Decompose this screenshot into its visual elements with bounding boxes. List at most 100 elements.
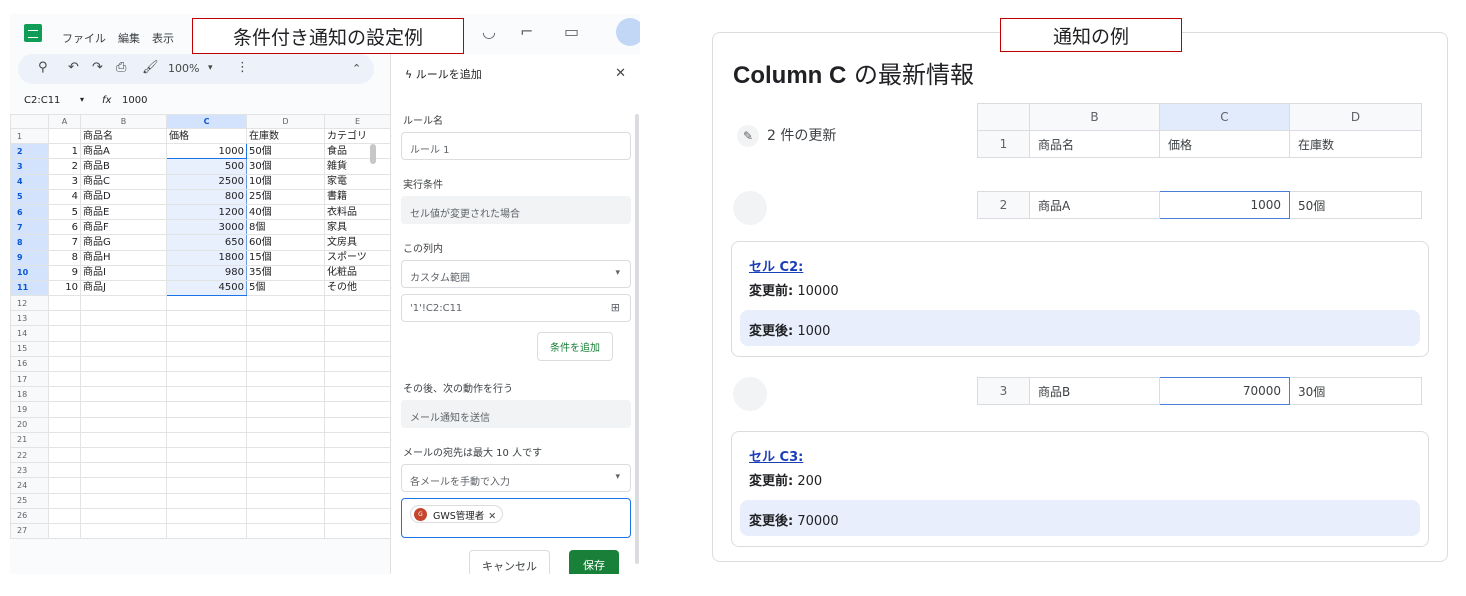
row-header[interactable]: 15 [10, 340, 49, 357]
cell-e[interactable]: 文房具 [324, 234, 391, 251]
name-box[interactable]: C2:C11 [24, 95, 60, 106]
empty-cell[interactable] [48, 507, 81, 524]
empty-cell[interactable] [166, 507, 247, 524]
cell-e[interactable]: その他 [324, 279, 391, 297]
cell-c[interactable]: 980 [166, 264, 247, 281]
row-header[interactable]: 13 [10, 310, 49, 327]
row-header[interactable]: 20 [10, 416, 49, 433]
row-header[interactable]: 16 [10, 355, 49, 373]
row-header[interactable]: 27 [10, 522, 49, 540]
cell-d[interactable]: 5個 [246, 279, 325, 297]
column-header-b[interactable]: B [80, 114, 167, 129]
empty-cell[interactable] [324, 462, 391, 479]
cell-d[interactable]: 8個 [246, 219, 325, 236]
cell-a[interactable]: 2 [48, 158, 81, 175]
empty-cell[interactable] [246, 355, 325, 373]
cell-a[interactable]: 7 [48, 234, 81, 251]
cell-c[interactable]: 500 [166, 158, 247, 175]
empty-cell[interactable] [48, 370, 81, 388]
row-header[interactable]: 9 [10, 249, 49, 266]
empty-cell[interactable] [80, 370, 167, 388]
range-input[interactable]: '1'!C2:C11 ⊞ [401, 294, 631, 322]
row-header[interactable]: 22 [10, 446, 49, 464]
empty-cell[interactable] [324, 446, 391, 464]
empty-cell[interactable] [324, 401, 391, 418]
empty-cell[interactable] [324, 507, 391, 524]
empty-cell[interactable] [246, 431, 325, 448]
cell-b[interactable]: 商品I [80, 264, 167, 281]
undo-icon[interactable]: ↶ [68, 60, 79, 75]
row-header[interactable]: 24 [10, 477, 49, 494]
empty-cell[interactable] [324, 295, 391, 312]
cell-d[interactable]: 15個 [246, 249, 325, 266]
column-header-c[interactable]: C [166, 114, 247, 129]
cell-a[interactable]: 9 [48, 264, 81, 281]
cell-d[interactable]: 30個 [246, 158, 325, 175]
empty-cell[interactable] [324, 340, 391, 357]
empty-cell[interactable] [166, 522, 247, 540]
empty-cell[interactable] [166, 340, 247, 357]
row-header[interactable]: 10 [10, 264, 49, 281]
empty-cell[interactable] [48, 310, 81, 327]
more-icon[interactable]: ⋮ [236, 60, 249, 75]
cell-e[interactable]: 書籍 [324, 188, 391, 205]
empty-cell[interactable] [80, 431, 167, 448]
empty-cell[interactable] [324, 431, 391, 448]
cell-a[interactable]: 8 [48, 249, 81, 266]
empty-cell[interactable] [48, 522, 81, 540]
recipients-input[interactable]: G GWS管理者 ✕ [401, 498, 631, 538]
cell-e[interactable]: 化粧品 [324, 264, 391, 281]
empty-cell[interactable] [80, 401, 167, 418]
cell-b[interactable]: 商品F [80, 219, 167, 236]
cell-d[interactable]: 10個 [246, 173, 325, 190]
rule-name-input[interactable]: ルール 1 [401, 132, 631, 160]
cell-c[interactable]: 価格 [166, 127, 247, 145]
empty-cell[interactable] [80, 507, 167, 524]
zoom-chevron-icon[interactable]: ▾ [208, 63, 213, 73]
empty-cell[interactable] [246, 462, 325, 479]
row-header[interactable]: 8 [10, 234, 49, 251]
meet-icon[interactable]: ▭ [564, 22, 579, 41]
save-button[interactable]: 保存 [569, 550, 619, 574]
empty-cell[interactable] [48, 477, 81, 494]
formula-input[interactable]: 1000 [122, 95, 147, 106]
cell-b[interactable]: 商品A [80, 143, 167, 160]
cell-b[interactable]: 商品B [80, 158, 167, 175]
empty-cell[interactable] [48, 431, 81, 448]
zoom-select[interactable]: 100% [168, 62, 199, 75]
empty-cell[interactable] [324, 416, 391, 433]
empty-cell[interactable] [166, 370, 247, 388]
cell-a[interactable]: 6 [48, 219, 81, 236]
trigger-field[interactable]: セル値が変更された場合 [401, 196, 631, 224]
name-box-chevron-icon[interactable]: ▾ [80, 95, 84, 104]
row-header[interactable]: 11 [10, 279, 49, 297]
empty-cell[interactable] [246, 370, 325, 388]
empty-cell[interactable] [48, 446, 81, 464]
empty-cell[interactable] [166, 416, 247, 433]
empty-cell[interactable] [324, 477, 391, 494]
recipient-chip[interactable]: G GWS管理者 ✕ [410, 505, 504, 523]
history-icon[interactable]: ◡ [482, 22, 496, 41]
empty-cell[interactable] [166, 431, 247, 448]
empty-cell[interactable] [80, 446, 167, 464]
empty-cell[interactable] [80, 325, 167, 342]
cell-a[interactable]: 4 [48, 188, 81, 205]
recipients-mode-select[interactable]: 各メールを手動で入力 ▾ [401, 464, 631, 492]
empty-cell[interactable] [48, 462, 81, 479]
cell-b[interactable]: 商品G [80, 234, 167, 251]
empty-cell[interactable] [246, 507, 325, 524]
column-header-d[interactable]: D [246, 114, 325, 129]
row-header[interactable]: 6 [10, 203, 49, 221]
empty-cell[interactable] [166, 446, 247, 464]
empty-cell[interactable] [80, 416, 167, 433]
cell-e[interactable]: 家具 [324, 219, 391, 236]
cell-d[interactable]: 60個 [246, 234, 325, 251]
cell-a[interactable]: 1 [48, 143, 81, 160]
add-condition-button[interactable]: 条件を追加 [537, 332, 613, 361]
empty-cell[interactable] [80, 340, 167, 357]
cell-b[interactable]: 商品H [80, 249, 167, 266]
column-header-e[interactable]: E [324, 114, 391, 129]
empty-cell[interactable] [48, 340, 81, 357]
empty-cell[interactable] [48, 401, 81, 418]
rule-panel-scrollbar[interactable] [635, 114, 639, 564]
